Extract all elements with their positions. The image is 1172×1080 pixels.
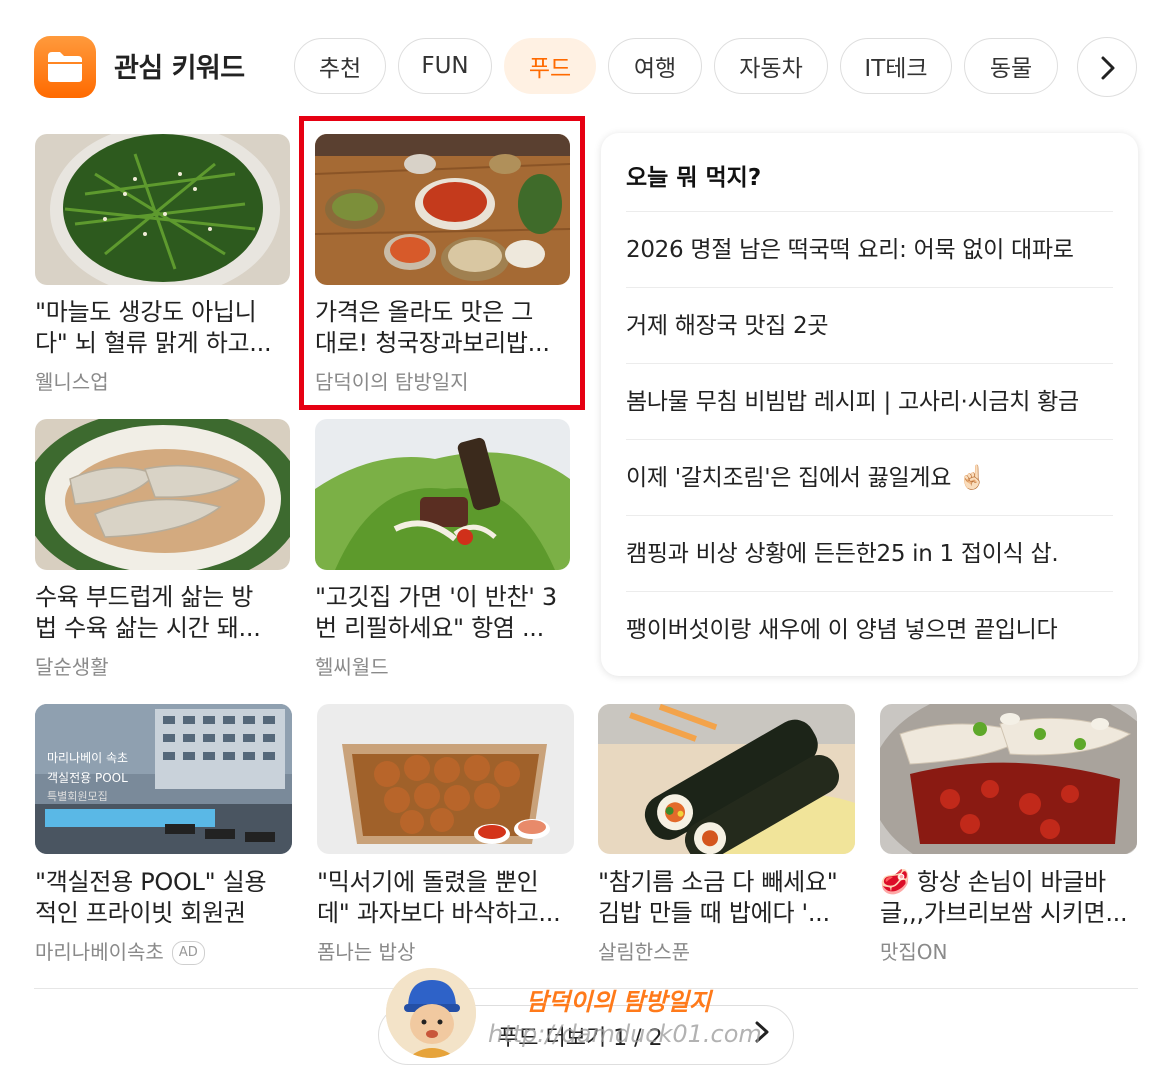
card-title[interactable]: 수육 부드럽게 삶는 방 법 수육 삶는 시간 돼... [35, 582, 290, 644]
card-thumbnail[interactable] [35, 134, 290, 285]
thumb-overlay-text: 객실전용 POOL [47, 771, 128, 785]
panel-list-item[interactable]: 캠핑과 비상 상황에 든든한25 in 1 접이식 삽. [626, 515, 1113, 592]
highlight-box [299, 116, 585, 410]
card-source: 맛집ON [880, 940, 948, 964]
tab-animal[interactable]: 동물 [964, 38, 1058, 94]
panel-list-item[interactable]: 이제 '갈치조림'은 집에서 끓일게요 ☝🏻 [626, 439, 1113, 516]
watermark-avatar [386, 968, 476, 1058]
card-thumbnail[interactable] [317, 704, 574, 854]
tab-car[interactable]: 자동차 [714, 38, 828, 94]
tab-recommend[interactable]: 추천 [294, 38, 386, 94]
section-title: 관심 키워드 [114, 53, 245, 84]
panel-title: 오늘 뭐 먹지? [626, 165, 762, 191]
chevron-right-icon [1101, 56, 1115, 80]
tab-fun[interactable]: FUN [398, 38, 492, 94]
card-title[interactable]: 🥩 항상 손님이 바글바 글,,,가브리보쌈 시키면... [880, 867, 1142, 929]
tab-food[interactable]: 푸드 [504, 38, 596, 94]
card-source: 살림한스푼 [598, 940, 690, 964]
watermark-title: 담덕이의 탐방일지 [526, 988, 711, 1016]
thumb-overlay-text: 특별회원모집 [47, 790, 108, 803]
card-source: 마리나베이속초 AD [35, 936, 205, 965]
todays-menu-panel: 오늘 뭐 먹지? 2026 명절 남은 떡국떡 요리: 어묵 없이 대파로 거제… [601, 133, 1138, 676]
card-title[interactable]: "고깃집 가면 '이 반찬' 3 번 리필하세요" 항염 ... [315, 582, 570, 644]
watermark-url: http://damduck01.com [488, 1020, 762, 1048]
card-source: 폼나는 밥상 [317, 940, 416, 964]
card-thumbnail[interactable] [880, 704, 1137, 854]
panel-list-item[interactable]: 2026 명절 남은 떡국떡 요리: 어묵 없이 대파로 [626, 211, 1113, 288]
tab-travel[interactable]: 여행 [608, 38, 702, 94]
ad-badge: AD [171, 941, 205, 965]
card-title[interactable]: "참기름 소금 다 빼세요" 김밥 만들 때 밥에다 '... [598, 867, 860, 929]
card-title[interactable]: "믹서기에 돌렸을 뿐인 데" 과자보다 바삭하고... [317, 867, 577, 929]
tabs-next-button[interactable] [1077, 37, 1137, 97]
card-title[interactable]: "마늘도 생강도 아닙니 다" 뇌 혈류 맑게 하고... [35, 297, 290, 359]
card-thumbnail[interactable] [598, 704, 855, 854]
card-source: 웰니스업 [35, 370, 109, 394]
tab-it-tech[interactable]: IT테크 [840, 38, 952, 94]
panel-list-item[interactable]: 봄나물 무침 비빔밥 레시피 | 고사리·시금치 황금 [626, 363, 1113, 440]
card-thumbnail[interactable] [315, 419, 570, 570]
panel-list-item[interactable]: 거제 해장국 맛집 2곳 [626, 287, 1113, 364]
card-source: 헬씨월드 [315, 655, 389, 679]
card-thumbnail[interactable] [35, 419, 290, 570]
card-thumbnail[interactable]: 마리나베이 속초 객실전용 POOL 특별회원모집 [35, 704, 292, 854]
folder-icon [34, 36, 96, 98]
card-source: 달순생활 [35, 655, 109, 679]
card-title[interactable]: "객실전용 POOL" 실용 적인 프라이빗 회원권 [35, 867, 295, 929]
thumb-overlay-text: 마리나베이 속초 [47, 751, 128, 765]
panel-list-item[interactable]: 팽이버섯이랑 새우에 이 양념 넣으면 끝입니다 [626, 591, 1113, 668]
